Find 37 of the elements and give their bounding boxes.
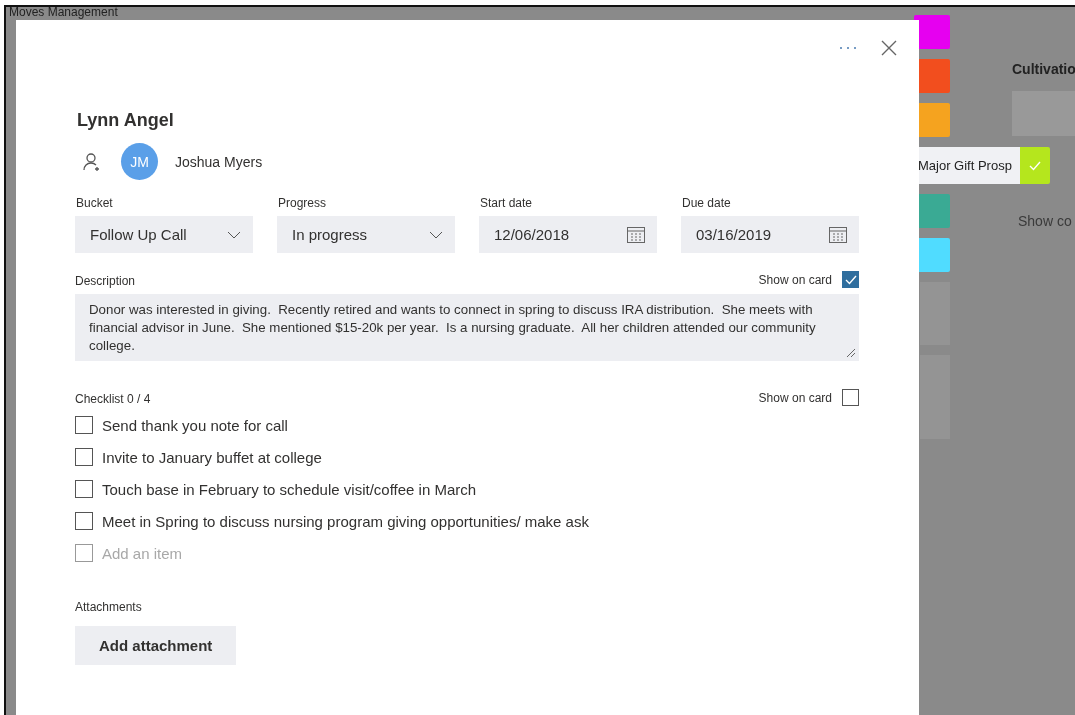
checkbox[interactable] bbox=[842, 389, 859, 406]
date-field[interactable]: 12/06/2018 bbox=[479, 216, 657, 253]
dropdown[interactable]: In progress bbox=[277, 216, 455, 253]
section-label: Checklist 0 / 4 bbox=[75, 392, 151, 406]
checklist-item: Invite to January buffet at college bbox=[102, 448, 322, 466]
chevron-down-icon bbox=[429, 230, 443, 239]
checkbox-label: Show on card bbox=[758, 390, 832, 405]
checklist-item: Send thank you note for call bbox=[102, 416, 288, 434]
add-attachment-button[interactable]: Add attachment bbox=[75, 626, 237, 665]
checkbox-label: Show on card bbox=[758, 272, 832, 287]
field-label: Progress bbox=[278, 196, 328, 210]
checkbox[interactable] bbox=[75, 512, 93, 530]
field-label: Bucket bbox=[76, 196, 114, 210]
calendar-icon bbox=[829, 226, 847, 243]
label-swatch[interactable] bbox=[1019, 147, 1050, 184]
board-title: Moves Management bbox=[9, 6, 118, 19]
checklist-item: Meet in Spring to discuss nursing program giving opportunities/ make ask bbox=[102, 512, 589, 530]
task-title: Lynn Angel bbox=[77, 110, 175, 131]
field-label: Due date bbox=[682, 196, 732, 210]
checkbox[interactable] bbox=[75, 448, 93, 466]
section-label: Description bbox=[75, 274, 136, 288]
description-field[interactable]: Donor was interested in giving. Recently retired and wants to connect in spring to discuss IRA distribution. She meets with financial advisor in June. She mentioned $15-20k per year. Is a nursing graduate. All her children attended our community college. bbox=[75, 294, 859, 361]
close-icon[interactable] bbox=[879, 38, 899, 58]
checklist-item: Touch base in February to schedule visit/coffee in March bbox=[102, 480, 477, 498]
chevron-down-icon bbox=[227, 230, 241, 239]
more-options-icon[interactable] bbox=[837, 44, 859, 52]
checkbox[interactable] bbox=[842, 271, 859, 288]
calendar-icon bbox=[627, 226, 645, 243]
checkbox[interactable] bbox=[75, 480, 93, 498]
date-field[interactable]: 03/16/2019 bbox=[681, 216, 859, 253]
field-label: Start date bbox=[480, 196, 534, 210]
column-title: Cultivatio bbox=[1012, 61, 1075, 77]
checkbox[interactable] bbox=[75, 416, 93, 434]
resize-grip-icon[interactable] bbox=[846, 348, 856, 358]
dropdown[interactable]: Follow Up Call bbox=[75, 216, 253, 253]
section-label: Attachments bbox=[75, 600, 142, 614]
assignee-name: Joshua Myers bbox=[175, 153, 263, 170]
